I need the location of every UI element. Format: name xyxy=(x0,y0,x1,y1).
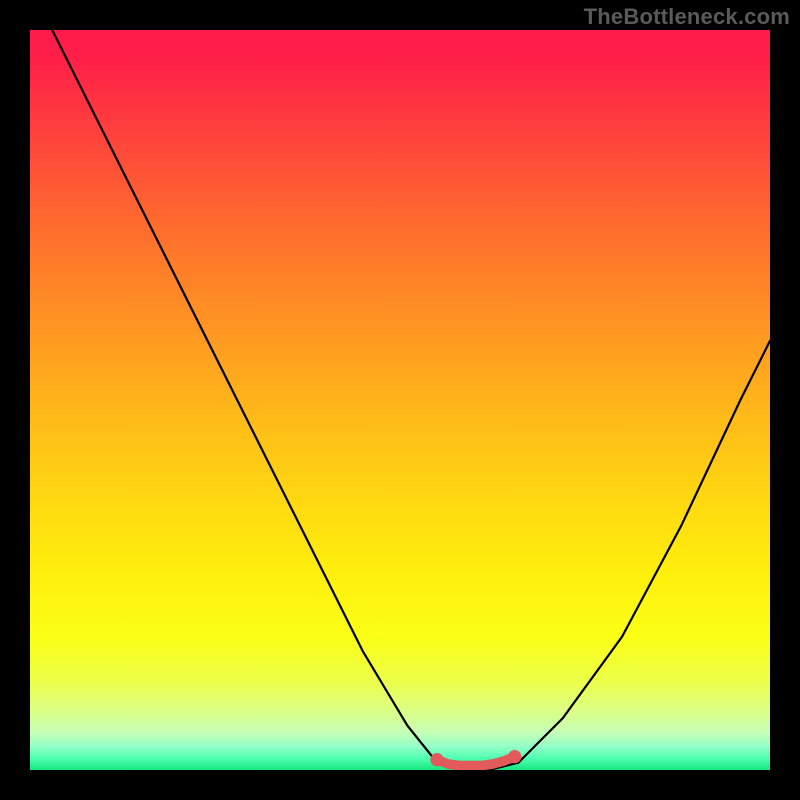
plot-area xyxy=(30,30,770,770)
chart-container: TheBottleneck.com xyxy=(0,0,800,800)
main-curve xyxy=(52,30,770,770)
curve-svg xyxy=(30,30,770,770)
watermark-text: TheBottleneck.com xyxy=(584,4,790,30)
flat-highlight xyxy=(430,750,521,766)
